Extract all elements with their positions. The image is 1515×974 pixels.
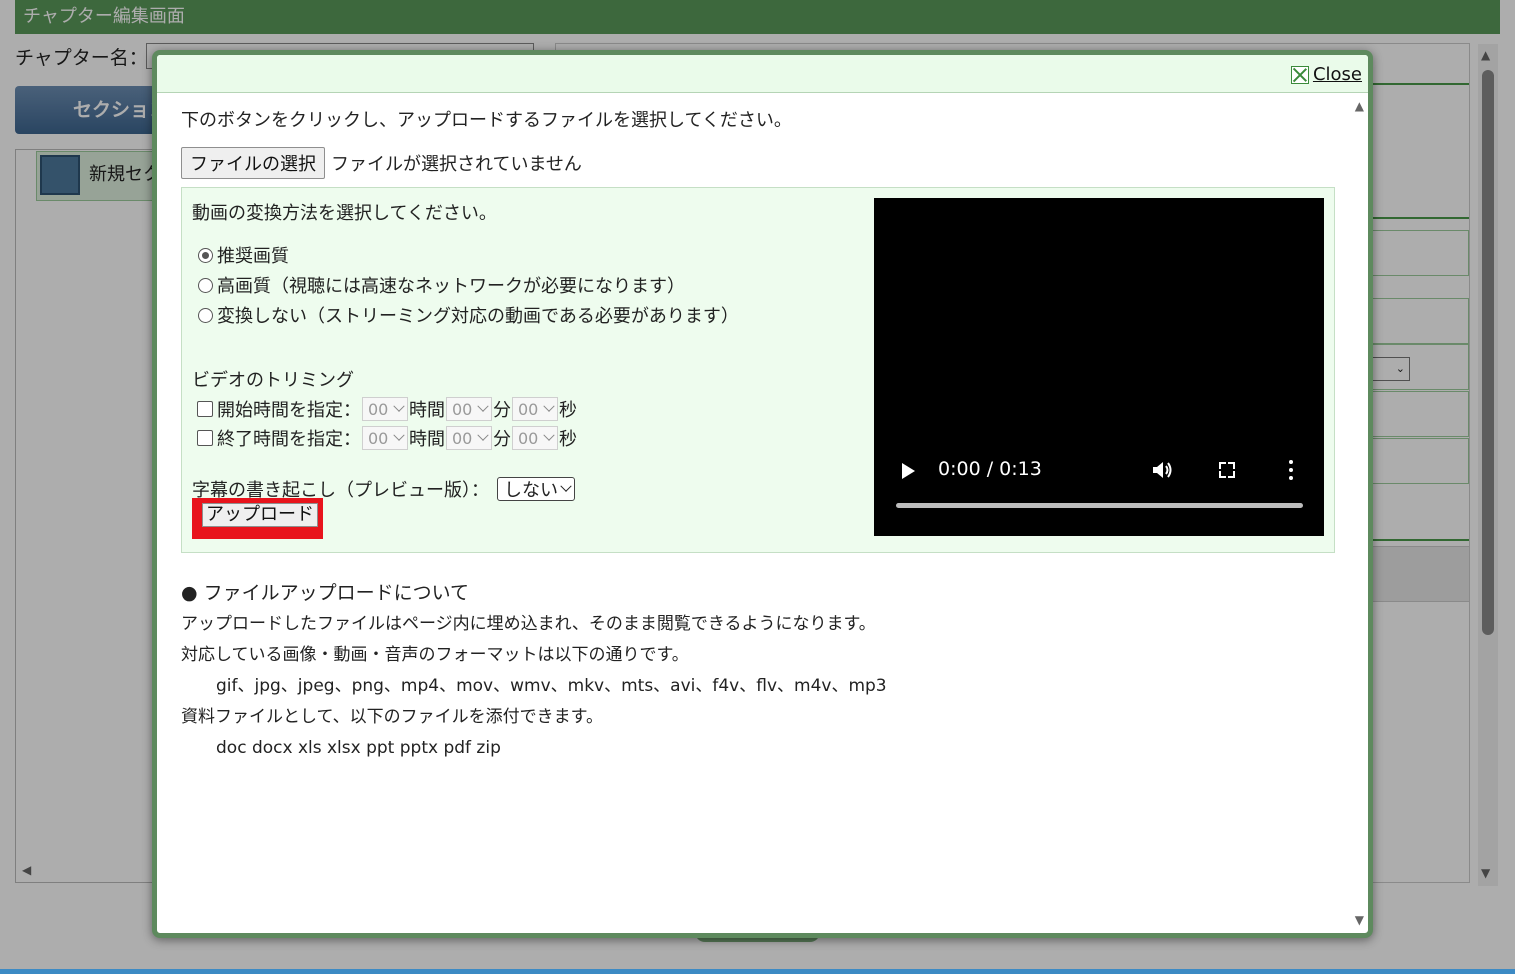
trim-start-row: 開始時間を指定： 00 時間 00 分 00 秒 [197, 396, 577, 422]
radio-label[interactable]: 変換しない（ストリーミング対応の動画である必要があります） [217, 302, 739, 328]
minute-unit: 分 [493, 400, 511, 421]
radio-high-quality[interactable]: 高画質（視聴には高速なネットワークが必要になります） [198, 272, 685, 298]
hour-unit: 時間 [409, 400, 445, 421]
radio-button[interactable] [198, 277, 213, 293]
hour-unit: 時間 [409, 429, 445, 450]
chevron-down-icon [393, 400, 405, 412]
upload-info: ● ファイルアップロードについて アップロードしたファイルはページ内に埋め込まれ… [181, 578, 887, 764]
start-time-checkbox[interactable] [197, 401, 213, 417]
upload-dialog: Close ▲ ▼ 下のボタンをクリックし、アップロードするファイルを選択してく… [152, 50, 1373, 938]
choose-file-button[interactable]: ファイルの選択 [181, 147, 325, 179]
info-line: 資料ファイルとして、以下のファイルを添付できます。 [181, 707, 603, 727]
chevron-down-icon [560, 480, 572, 492]
second-unit: 秒 [559, 429, 577, 450]
radio-recommended[interactable]: 推奨画質 [198, 242, 289, 268]
file-status: ファイルが選択されていません [331, 154, 582, 175]
scroll-down-icon[interactable]: ▼ [1355, 913, 1364, 927]
more-options-icon[interactable] [1288, 460, 1294, 482]
end-time-label: 終了時間を指定： [217, 429, 361, 450]
minute-unit: 分 [493, 429, 511, 450]
radio-label[interactable]: 高画質（視聴には高速なネットワークが必要になります） [217, 272, 685, 298]
subtitle-select[interactable]: しない [497, 477, 575, 501]
start-second-select[interactable]: 00 [512, 397, 558, 421]
chevron-down-icon [477, 400, 489, 412]
start-time-label: 開始時間を指定： [217, 400, 361, 421]
info-line: 対応している画像・動画・音声のフォーマットは以下の通りです。 [181, 645, 689, 665]
chevron-down-icon [543, 400, 555, 412]
video-time: 0:00 / 0:13 [938, 458, 1042, 480]
upload-options: 動画の変換方法を選択してください。 推奨画質 高画質（視聴には高速なネットワーク… [181, 187, 1335, 553]
instruction-text: 下のボタンをクリックし、アップロードするファイルを選択してください。 [181, 110, 792, 131]
close-label[interactable]: Close [1313, 64, 1362, 85]
start-minute-select[interactable]: 00 [446, 397, 492, 421]
fullscreen-icon[interactable] [1219, 462, 1235, 478]
play-icon[interactable] [902, 463, 915, 479]
upload-button-highlight: アップロード [192, 498, 323, 539]
chevron-down-icon [543, 429, 555, 441]
document-formats: doc docx xls xlsx ppt pptx pdf zip [216, 738, 501, 758]
close-button[interactable]: Close [1290, 64, 1362, 85]
media-formats: gif、jpg、jpeg、png、mp4、mov、wmv、mkv、mts、avi… [216, 676, 887, 696]
conversion-title: 動画の変換方法を選択してください。 [192, 203, 497, 224]
trimming-title: ビデオのトリミング [192, 370, 354, 391]
volume-icon[interactable] [1152, 460, 1174, 480]
file-picker: ファイルの選択 ファイルが選択されていません [181, 147, 582, 179]
radio-button[interactable] [198, 247, 213, 263]
dialog-body: ▲ ▼ 下のボタンをクリックし、アップロードするファイルを選択してください。 フ… [157, 93, 1368, 933]
chevron-down-icon [393, 429, 405, 441]
dialog-titlebar: Close [157, 55, 1368, 93]
info-line: アップロードしたファイルはページ内に埋め込まれ、そのまま閲覧できるようになります… [181, 614, 876, 634]
upload-button[interactable]: アップロード [202, 503, 318, 527]
end-second-select[interactable]: 00 [512, 426, 558, 450]
end-minute-select[interactable]: 00 [446, 426, 492, 450]
video-preview[interactable]: 0:00 / 0:13 [874, 198, 1324, 536]
radio-label[interactable]: 推奨画質 [217, 242, 289, 268]
scroll-up-icon[interactable]: ▲ [1355, 99, 1364, 113]
info-heading: ● ファイルアップロードについて [181, 582, 470, 604]
subtitle-selected-value[interactable]: しない [504, 476, 558, 502]
second-unit: 秒 [559, 400, 577, 421]
close-icon[interactable] [1290, 65, 1309, 84]
chevron-down-icon [477, 429, 489, 441]
start-hour-select[interactable]: 00 [362, 397, 408, 421]
end-time-checkbox[interactable] [197, 430, 213, 446]
window-bottom-border [0, 969, 1515, 974]
end-hour-select[interactable]: 00 [362, 426, 408, 450]
radio-button[interactable] [198, 307, 213, 323]
radio-no-conversion[interactable]: 変換しない（ストリーミング対応の動画である必要があります） [198, 302, 739, 328]
video-progress-bar[interactable] [896, 503, 1303, 508]
trim-end-row: 終了時間を指定： 00 時間 00 分 00 秒 [197, 425, 577, 451]
